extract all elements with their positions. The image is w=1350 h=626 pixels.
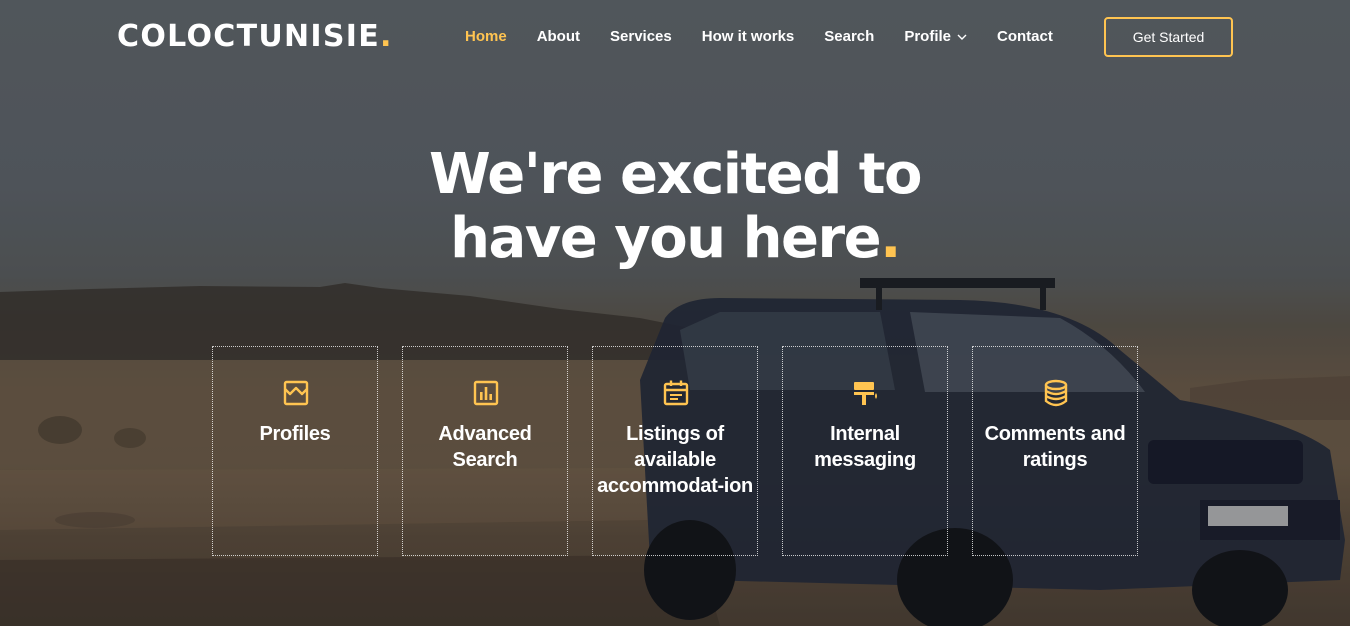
database-icon [1044,379,1068,407]
feature-label: Profiles [259,423,331,445]
logo-text: COLOCTUNISIE [117,19,381,54]
site-logo[interactable]: COLOCTUNISIE. [117,19,393,54]
hero-title-line1: We're excited to [428,142,923,207]
store-icon [283,380,309,406]
nav-how-it-works[interactable]: How it works [702,28,795,45]
nav-contact[interactable]: Contact [997,28,1053,45]
feature-profiles[interactable]: Profiles [212,346,378,556]
feature-listings[interactable]: Listings of available accommodat-ion [592,346,758,556]
nav-profile[interactable]: Profile [904,28,967,45]
site-header: COLOCTUNISIE. Home About Services How it… [0,0,1350,76]
logo-dot: . [380,19,393,54]
nav-profile-label: Profile [904,28,951,45]
nav-search[interactable]: Search [824,28,874,45]
feature-label: Advanced Search [438,423,532,471]
hero-title-line2: have you here [450,206,881,271]
hero-title: We're excited to have you here. [325,143,1025,271]
get-started-button[interactable]: Get Started [1104,17,1233,57]
feature-comments-ratings[interactable]: Comments and ratings [972,346,1138,556]
feature-label: Listings of available accommodat-ion [597,423,753,497]
nav-about[interactable]: About [537,28,580,45]
chevron-down-icon [957,34,967,40]
feature-internal-messaging[interactable]: Internal messaging [782,346,948,556]
hero-title-dot: . [880,206,901,271]
bar-chart-icon [473,380,499,406]
calendar-icon [663,380,689,406]
nav-home[interactable]: Home [465,28,507,45]
feature-advanced-search[interactable]: Advanced Search [402,346,568,556]
feature-label: Internal messaging [814,423,916,471]
paint-roller-icon [854,382,877,405]
nav-services[interactable]: Services [610,28,672,45]
feature-label: Comments and ratings [984,423,1126,471]
main-nav: Home About Services How it works Search … [465,28,1083,45]
